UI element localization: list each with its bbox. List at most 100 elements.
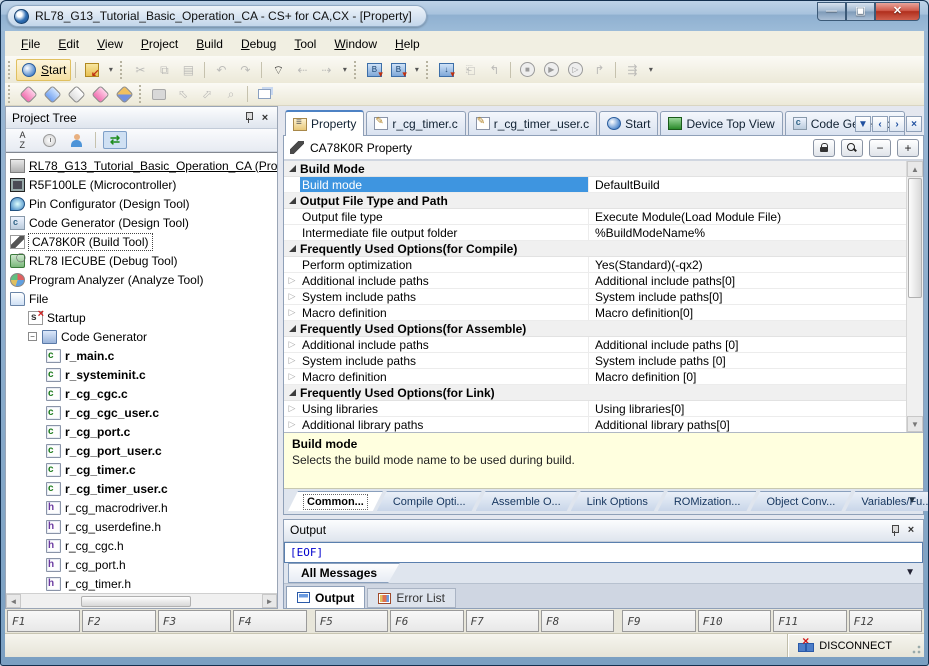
- find-button[interactable]: ⌔: [266, 59, 290, 81]
- fkey-f7[interactable]: F7: [466, 610, 539, 632]
- close-panel-button[interactable]: ×: [903, 523, 919, 538]
- expand-triangle-icon[interactable]: ▷: [289, 276, 296, 285]
- menu-tool[interactable]: Tool: [286, 34, 324, 54]
- scrollbar-thumb[interactable]: [81, 596, 191, 607]
- scrollbar-thumb[interactable]: [908, 178, 922, 298]
- fkey-f10[interactable]: F10: [698, 610, 771, 632]
- fkey-f1[interactable]: F1: [7, 610, 80, 632]
- property-row[interactable]: ▷Macro definitionMacro definition [0]: [284, 369, 906, 385]
- start-debug-button[interactable]: Start: [16, 59, 71, 81]
- property-row[interactable]: ▷Macro definitionMacro definition[0]: [284, 305, 906, 321]
- tree-item-source-file[interactable]: r_systeminit.c: [6, 365, 277, 384]
- resize-grip[interactable]: [910, 643, 922, 655]
- stop-button[interactable]: ■: [515, 59, 539, 81]
- close-panel-button[interactable]: ×: [257, 110, 273, 125]
- tab-scroll-right-button[interactable]: ›: [889, 116, 905, 132]
- tree-item-source-file[interactable]: r_cg_timer.c: [6, 460, 277, 479]
- cut-button[interactable]: ✂: [128, 59, 152, 81]
- tree-item-header-file[interactable]: r_cg_cgc.h: [6, 536, 277, 555]
- property-row[interactable]: ▷Additional library pathsAdditional libr…: [284, 417, 906, 433]
- fkey-f2[interactable]: F2: [82, 610, 155, 632]
- tab-r-cg-timer-c[interactable]: r_cg_timer.c: [366, 111, 465, 135]
- tree-item-header-file[interactable]: r_cg_macrodriver.h: [6, 498, 277, 517]
- close-button[interactable]: ✕: [875, 2, 920, 21]
- tree-item-header-file[interactable]: r_cg_userdefine.h: [6, 517, 277, 536]
- collapse-triangle-icon[interactable]: [289, 165, 296, 172]
- fkey-f12[interactable]: F12: [849, 610, 922, 632]
- property-vertical-scrollbar[interactable]: ▲ ▼: [906, 161, 923, 432]
- tree-item-source-file[interactable]: r_cg_port_user.c: [6, 441, 277, 460]
- scroll-down-icon[interactable]: ▼: [907, 416, 923, 432]
- toolbar-overflow-button[interactable]: ▾: [644, 60, 657, 80]
- expand-all-button[interactable]: +: [897, 139, 919, 157]
- undo-button[interactable]: ↶: [209, 59, 233, 81]
- connection-status[interactable]: × DISCONNECT: [787, 634, 910, 657]
- restart-button[interactable]: ↱: [587, 59, 611, 81]
- menu-project[interactable]: Project: [133, 34, 186, 54]
- collapse-expander-icon[interactable]: −: [28, 332, 37, 341]
- fkey-f5[interactable]: F5: [315, 610, 388, 632]
- search-button[interactable]: [841, 139, 863, 157]
- breakpoint-list-button[interactable]: ⇶: [620, 59, 644, 81]
- toolbar-grip[interactable]: [139, 85, 144, 103]
- property-row[interactable]: ▷System include pathsSystem include path…: [284, 289, 906, 305]
- fkey-f3[interactable]: F3: [158, 610, 231, 632]
- time-order-button[interactable]: [37, 131, 61, 149]
- tree-item-pin-configurator[interactable]: Pin Configurator (Design Tool): [6, 194, 277, 213]
- menu-help[interactable]: Help: [387, 34, 428, 54]
- sync-selection-button[interactable]: ⇄: [103, 131, 127, 149]
- toolbar-overflow-button[interactable]: ▾: [104, 60, 117, 80]
- copy-button[interactable]: ⧉: [152, 59, 176, 81]
- redo-button[interactable]: ↷: [233, 59, 257, 81]
- tab-start[interactable]: Start: [599, 111, 658, 135]
- tree-item-project[interactable]: RL78_G13_Tutorial_Basic_Operation_CA (Pr…: [6, 156, 277, 175]
- tree-item-source-file[interactable]: r_cg_cgc.c: [6, 384, 277, 403]
- tree-item-debug-tool[interactable]: RL78 IECUBE (Debug Tool): [6, 251, 277, 270]
- tree-item-source-file[interactable]: r_cg_port.c: [6, 422, 277, 441]
- window-search-button[interactable]: ⌕: [219, 85, 243, 103]
- property-row[interactable]: ▷System include pathsSystem include path…: [284, 353, 906, 369]
- toolbar-grip[interactable]: [354, 61, 359, 79]
- tree-item-source-file[interactable]: r_main.c: [6, 346, 277, 365]
- tab-error-list[interactable]: Error List: [367, 588, 456, 608]
- collapse-triangle-icon[interactable]: [289, 245, 296, 252]
- download-debug-button[interactable]: ⎗: [458, 59, 482, 81]
- collapse-triangle-icon[interactable]: [289, 325, 296, 332]
- cascade-windows-button[interactable]: [252, 85, 276, 103]
- collapse-triangle-icon[interactable]: [289, 389, 296, 396]
- lock-button[interactable]: [813, 139, 835, 157]
- window-forward-button[interactable]: ⬀: [195, 85, 219, 103]
- menu-window[interactable]: Window: [326, 34, 385, 54]
- toolbar-overflow-button[interactable]: ▾: [338, 60, 351, 80]
- category-row[interactable]: Frequently Used Options(for Link): [284, 385, 906, 401]
- tab-common-options[interactable]: Common...: [288, 491, 383, 511]
- property-row[interactable]: ▷Additional include pathsAdditional incl…: [284, 273, 906, 289]
- category-row[interactable]: Frequently Used Options(for Compile): [284, 241, 906, 257]
- menu-debug[interactable]: Debug: [233, 34, 284, 54]
- fkey-f4[interactable]: F4: [233, 610, 306, 632]
- paste-button[interactable]: ▤: [176, 59, 200, 81]
- toolbar-grip[interactable]: [8, 85, 13, 103]
- call-graph-button[interactable]: [88, 85, 112, 103]
- user-category-button[interactable]: [64, 131, 88, 149]
- toolbar-grip[interactable]: [8, 61, 13, 79]
- expand-triangle-icon[interactable]: ▷: [289, 404, 296, 413]
- tab-assemble-options[interactable]: Assemble O...: [476, 491, 577, 511]
- tree-item-file[interactable]: File: [6, 289, 277, 308]
- pin-panel-button[interactable]: [887, 523, 903, 538]
- tree-item-microcontroller[interactable]: R5F100LE (Microcontroller): [6, 175, 277, 194]
- window-back-button[interactable]: ⬁: [171, 85, 195, 103]
- function-list-button[interactable]: [16, 85, 40, 103]
- ignore-break-run-button[interactable]: ▷: [563, 59, 587, 81]
- message-filter-dropdown-icon[interactable]: ▼: [905, 567, 915, 578]
- expand-triangle-icon[interactable]: ▷: [289, 420, 296, 429]
- menu-edit[interactable]: Edit: [50, 34, 87, 54]
- fkey-f9[interactable]: F9: [622, 610, 695, 632]
- toolbar-overflow-button[interactable]: ▾: [410, 60, 423, 80]
- minimize-button[interactable]: —: [817, 2, 846, 21]
- window-rect-button[interactable]: [147, 85, 171, 103]
- tab-all-messages[interactable]: All Messages: [288, 563, 400, 584]
- fkey-f11[interactable]: F11: [773, 610, 846, 632]
- page-tab-overflow-button[interactable]: ▼: [907, 495, 917, 506]
- menu-file[interactable]: File: [13, 34, 48, 54]
